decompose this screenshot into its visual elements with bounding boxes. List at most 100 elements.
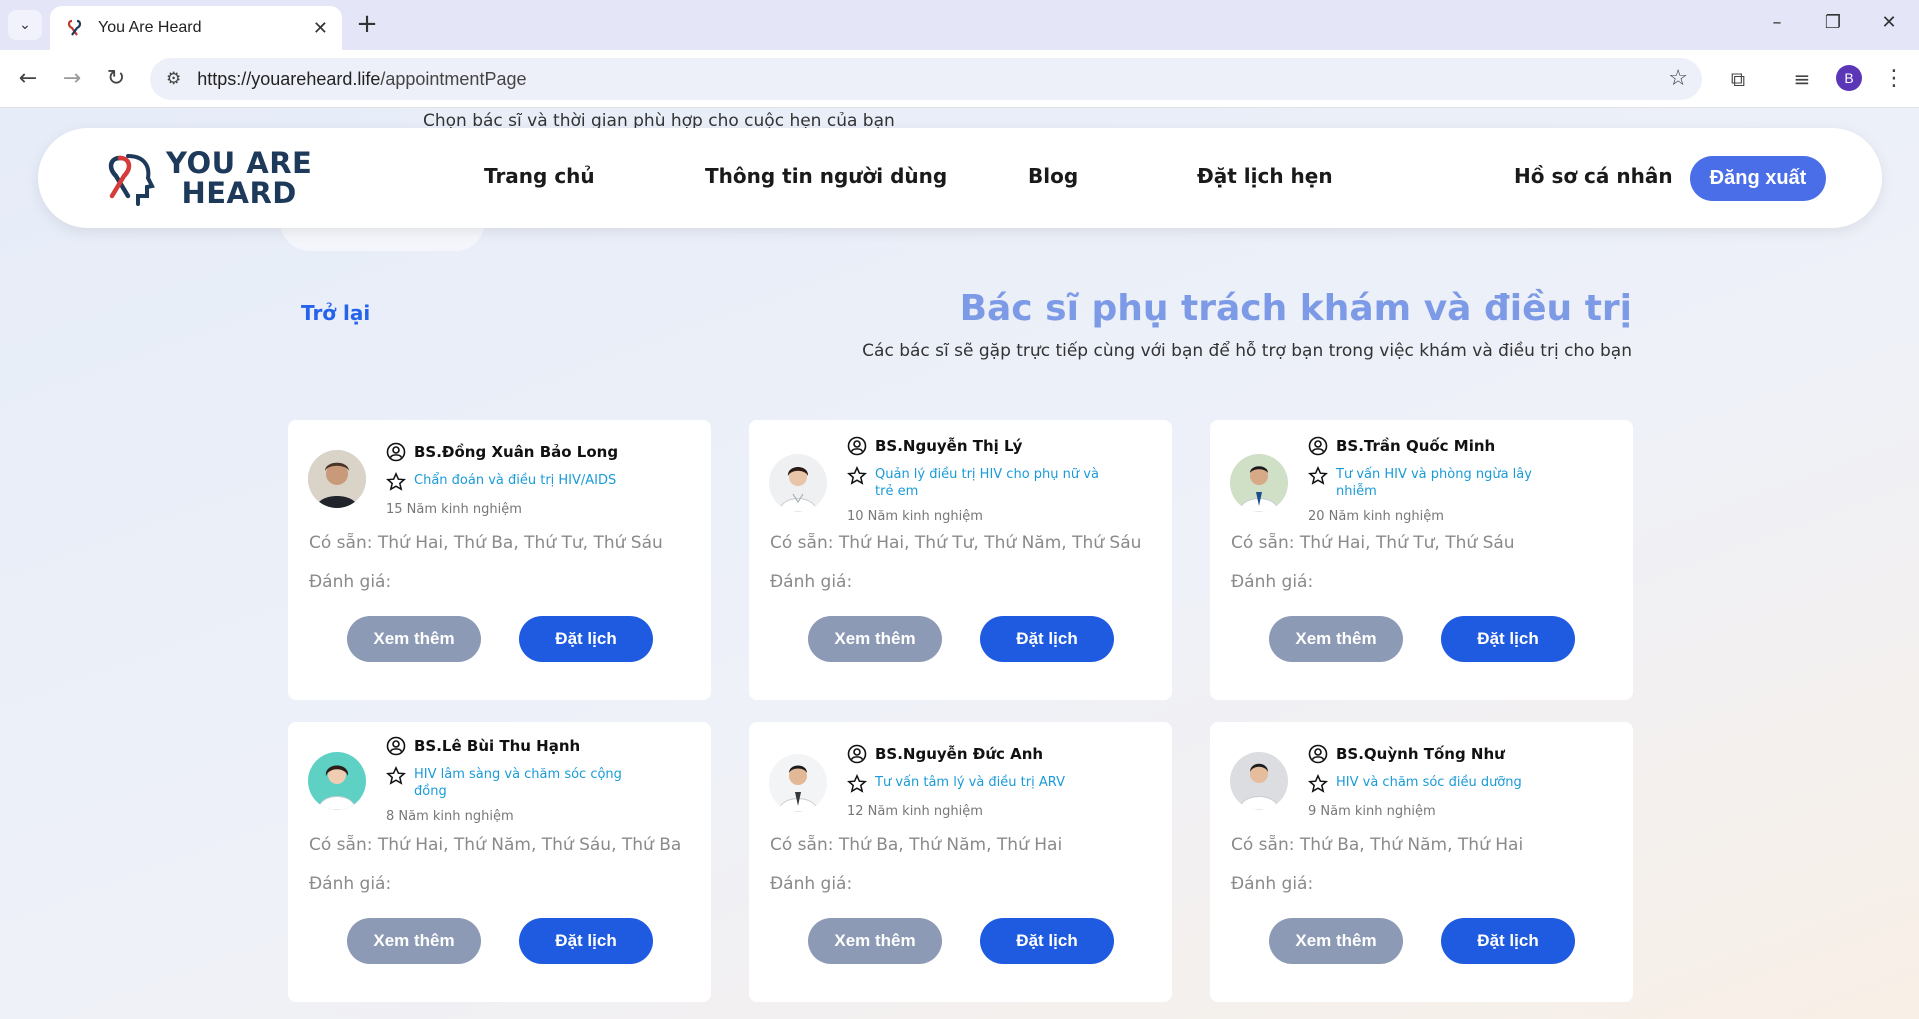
doctor-card: BS.Lê Bùi Thu Hạnh HIV lâm sàng và chăm … [288,722,711,1002]
tab-search-chevron-icon[interactable]: ⌄ [8,10,42,40]
logo-wordmark: YOU ARE HEARD [166,146,313,210]
doctor-rating: Đánh giá: [1231,572,1314,592]
doctor-card: BS.Nguyễn Đức Anh Tư vấn tâm lý và điều … [749,722,1172,1002]
doctor-name: BS.Trần Quốc Minh [1336,437,1496,455]
book-button[interactable]: Đặt lịch [1441,616,1575,662]
doctor-avatar [308,450,366,508]
bookmark-star-icon[interactable]: ☆ [1668,66,1688,91]
star-icon [386,472,406,491]
section-title: Bác sĩ phụ trách khám và điều trị [959,288,1632,329]
doctor-rating: Đánh giá: [309,874,392,894]
doctor-rating: Đánh giá: [1231,874,1314,894]
user-circle-icon [386,442,406,462]
view-more-button[interactable]: Xem thêm [347,616,481,662]
user-circle-icon [386,736,406,756]
nav-home[interactable]: Trang chủ [484,164,595,188]
doctor-availability: Có sẵn: Thứ Ba, Thứ Năm, Thứ Hai [770,835,1063,855]
book-button[interactable]: Đặt lịch [519,616,653,662]
user-circle-icon [847,436,867,456]
doctor-experience: 8 Năm kinh nghiệm [386,809,514,824]
view-more-button[interactable]: Xem thêm [1269,918,1403,964]
nav-appointment[interactable]: Đặt lịch hẹn [1197,164,1333,188]
doctor-experience: 20 Năm kinh nghiệm [1308,509,1444,524]
book-button[interactable]: Đặt lịch [980,616,1114,662]
page-content: Chọn bác sĩ và thời gian phù hợp cho cuộ… [0,108,1919,1019]
ribbon-favicon-icon [67,19,82,36]
doctor-experience: 15 Năm kinh nghiệm [386,502,522,517]
media-control-icon[interactable]: ≡ [1788,65,1816,93]
doctor-rating: Đánh giá: [770,572,853,592]
nav-blog[interactable]: Blog [1028,164,1078,188]
restore-icon[interactable]: ❐ [1818,12,1848,33]
doctor-card: BS.Quỳnh Tống Như HIV và chăm sóc điều d… [1210,722,1633,1002]
doctor-availability: Có sẵn: Thứ Hai, Thứ Tư, Thứ Năm, Thứ Sá… [770,533,1142,553]
star-icon [1308,774,1328,793]
star-icon [386,766,406,785]
tab-close-icon[interactable]: ✕ [313,18,328,39]
doctor-name: BS.Nguyễn Đức Anh [875,745,1044,763]
doctor-name: BS.Lê Bùi Thu Hạnh [414,737,581,755]
site-logo[interactable]: YOU ARE HEARD [98,148,312,208]
doctor-card: BS.Trần Quốc Minh Tư vấn HIV và phòng ng… [1210,420,1633,700]
back-link[interactable]: Trở lại [301,301,370,325]
doctor-specialty: HIV và chăm sóc điều dưỡng [1336,775,1522,790]
back-arrow-icon[interactable]: ← [14,65,42,93]
doctor-card: BS.Nguyễn Thị Lý Quản lý điều trị HIV ch… [749,420,1172,700]
nav-profile[interactable]: Hồ sơ cá nhân [1514,164,1673,188]
tab-title: You Are Heard [98,19,202,36]
doctor-availability: Có sẵn: Thứ Hai, Thứ Năm, Thứ Sáu, Thứ B… [309,835,682,855]
minimize-icon[interactable]: – [1762,12,1792,33]
doctor-specialty: Tư vấn HIV và phòng ngừa lây nhiễm [1336,467,1532,499]
doctor-name: BS.Đồng Xuân Bảo Long [414,443,619,461]
user-circle-icon [1308,436,1328,456]
extensions-icon[interactable]: ⧉ [1724,65,1752,93]
user-circle-icon [847,744,867,764]
logo-ribbon-head-icon [108,154,155,206]
close-window-icon[interactable]: ✕ [1874,12,1904,33]
site-header: YOU ARE HEARD Trang chủ Thông tin người … [38,128,1882,228]
reload-icon[interactable]: ↻ [102,65,130,93]
doctor-name: BS.Nguyễn Thị Lý [875,437,1023,455]
doctor-avatar [1230,454,1288,512]
more-menu-icon[interactable]: ⋮ [1880,65,1908,93]
doctor-card: BS.Đồng Xuân Bảo Long Chẩn đoán và điều … [288,420,711,700]
user-circle-icon [1308,744,1328,764]
doctor-specialty: Chẩn đoán và điều trị HIV/AIDS [414,473,617,488]
doctor-experience: 12 Năm kinh nghiệm [847,804,983,819]
star-icon [1308,466,1328,485]
browser-toolbar: ← → ↻ ⚙ https://youareheard.life/appoint… [0,50,1919,108]
book-button[interactable]: Đặt lịch [980,918,1114,964]
browser-tab-bar: ⌄ You Are Heard ✕ + – ❐ ✕ [0,0,1919,50]
section-subtitle: Các bác sĩ sẽ gặp trực tiếp cùng với bạn… [862,341,1632,361]
doctor-specialty: Quản lý điều trị HIV cho phụ nữ và trẻ e… [875,467,1099,499]
doctor-availability: Có sẵn: Thứ Ba, Thứ Năm, Thứ Hai [1231,835,1524,855]
view-more-button[interactable]: Xem thêm [808,918,942,964]
new-tab-icon[interactable]: + [352,10,382,40]
book-button[interactable]: Đặt lịch [519,918,653,964]
view-more-button[interactable]: Xem thêm [1269,616,1403,662]
url-text[interactable]: https://youareheard.life/appointmentPage [197,69,526,90]
doctor-experience: 10 Năm kinh nghiệm [847,509,983,524]
doctor-avatar [769,754,827,812]
forward-arrow-icon[interactable]: → [58,65,86,93]
browser-tab[interactable]: You Are Heard ✕ [50,6,342,50]
doctor-name: BS.Quỳnh Tống Như [1336,745,1505,763]
star-icon [847,774,867,793]
doctor-rating: Đánh giá: [309,572,392,592]
site-info-icon[interactable]: ⚙ [166,69,181,89]
view-more-button[interactable]: Xem thêm [808,616,942,662]
doctor-availability: Có sẵn: Thứ Hai, Thứ Tư, Thứ Sáu [1231,533,1515,553]
view-more-button[interactable]: Xem thêm [347,918,481,964]
profile-avatar[interactable]: B [1836,65,1862,91]
doctor-experience: 9 Năm kinh nghiệm [1308,804,1436,819]
doctor-availability: Có sẵn: Thứ Hai, Thứ Ba, Thứ Tư, Thứ Sáu [309,533,663,553]
logout-button[interactable]: Đăng xuất [1690,156,1826,201]
book-button[interactable]: Đặt lịch [1441,918,1575,964]
nav-user-info[interactable]: Thông tin người dùng [705,164,947,188]
star-icon [847,466,867,485]
doctor-avatar [769,454,827,512]
address-bar[interactable]: ⚙ https://youareheard.life/appointmentPa… [150,58,1702,100]
doctor-specialty: HIV lâm sàng và chăm sóc cộng đồng [414,767,622,799]
doctor-avatar [308,752,366,810]
doctor-avatar [1230,752,1288,810]
